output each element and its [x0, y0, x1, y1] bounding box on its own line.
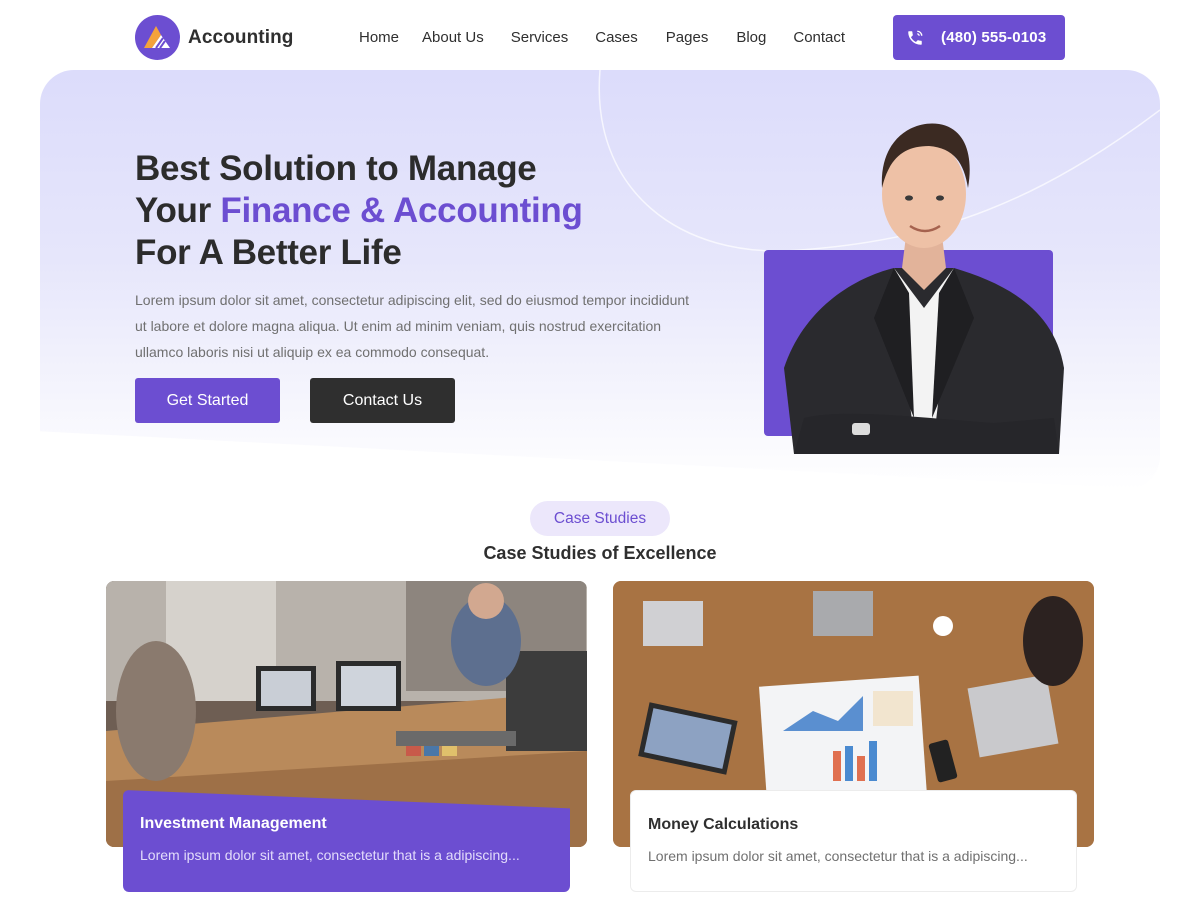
hero-portrait-image: [784, 123, 1064, 454]
nav-services[interactable]: Services: [511, 28, 569, 48]
case-card-money[interactable]: Money Calculations Lorem ipsum dolor sit…: [630, 790, 1077, 892]
get-started-button[interactable]: Get Started: [135, 378, 280, 423]
nav-contact[interactable]: Contact: [793, 28, 845, 48]
phone-number: (480) 555-0103: [941, 29, 1047, 46]
section-title: Case Studies of Excellence: [483, 543, 717, 563]
nav-blog[interactable]: Blog: [736, 28, 766, 48]
hero-title-accent: Finance & Accounting: [220, 191, 583, 230]
hero-title: Best Solution to Manage Your Finance & A…: [135, 148, 583, 274]
hero-title-line2-prefix: Your: [135, 191, 221, 230]
logo-icon: [135, 15, 180, 60]
case-card-excerpt: Lorem ipsum dolor sit amet, consectetur …: [648, 848, 1028, 864]
site-header: Accounting Home About Us Services Cases …: [0, 0, 1200, 75]
case-card-title: Money Calculations: [648, 816, 799, 833]
nav-about-us[interactable]: About Us: [422, 28, 484, 48]
main-nav: Home About Us Services Cases Pages Blog …: [359, 28, 871, 48]
case-studies-badge: Case Studies: [530, 501, 670, 536]
nav-home[interactable]: Home: [359, 28, 399, 48]
case-card-title: Investment Management: [140, 815, 327, 832]
nav-cases[interactable]: Cases: [595, 28, 638, 48]
nav-pages[interactable]: Pages: [666, 28, 709, 48]
phone-icon: [905, 28, 925, 48]
phone-button[interactable]: (480) 555-0103: [893, 15, 1065, 60]
hero-title-line3: For A Better Life: [135, 233, 402, 272]
hero-description: Lorem ipsum dolor sit amet, consectetur …: [135, 292, 690, 360]
brand-name: Accounting: [188, 26, 294, 48]
case-card-excerpt: Lorem ipsum dolor sit amet, consectetur …: [140, 847, 520, 863]
hero-title-line1: Best Solution to Manage: [135, 149, 537, 188]
contact-us-button[interactable]: Contact Us: [310, 378, 455, 423]
brand-logo[interactable]: Accounting: [135, 15, 294, 60]
